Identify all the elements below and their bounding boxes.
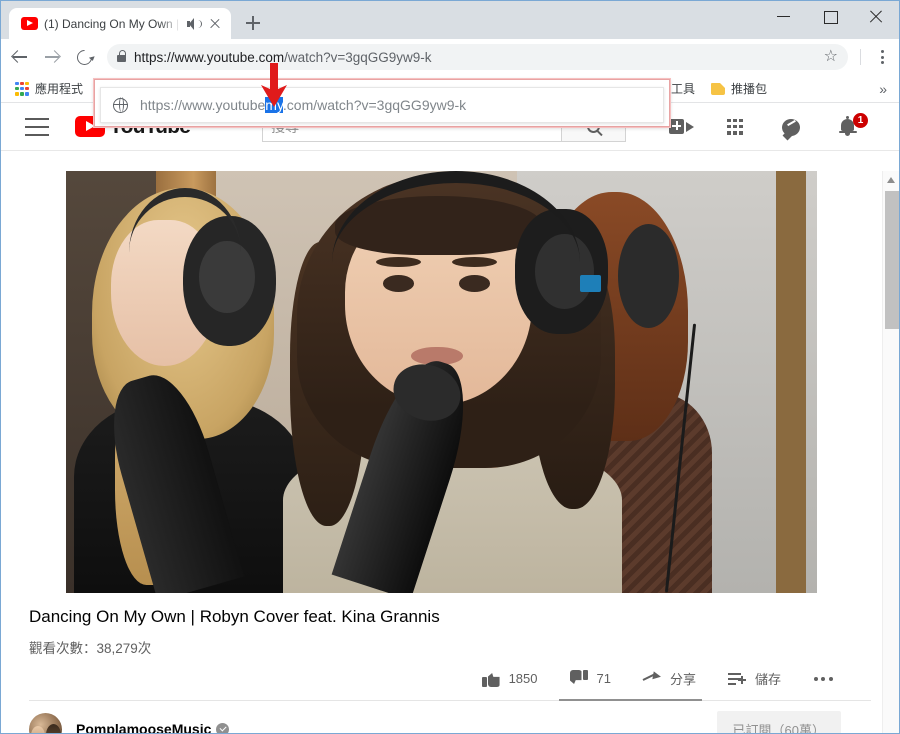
- bookmark-apps-label: 應用程式: [35, 82, 84, 96]
- folder-icon: [711, 82, 726, 95]
- new-tab-button[interactable]: [239, 9, 267, 37]
- dislike-button[interactable]: 71: [554, 670, 627, 687]
- bookmarks-overflow-icon[interactable]: »: [879, 81, 891, 97]
- like-count: 1850: [508, 671, 538, 686]
- more-dots-icon: [813, 676, 833, 681]
- apps-grid-icon: [15, 81, 29, 96]
- avatar[interactable]: [29, 713, 62, 733]
- url-autocomplete-row[interactable]: https://www.youtubemy.com/watch?v=3gqGG9…: [100, 87, 664, 123]
- apps-grid-icon[interactable]: [725, 116, 751, 138]
- video-player[interactable]: [66, 171, 817, 593]
- bookmark-apps[interactable]: 應用程式: [9, 78, 89, 99]
- browser-toolbar: https://www.youtube.com/watch?v=3gqGG9yw…: [1, 39, 899, 75]
- kebab-menu-icon[interactable]: [869, 44, 895, 70]
- toolbar-divider: [860, 49, 861, 65]
- page-content: YouTube 搜尋: [1, 103, 899, 733]
- messages-icon[interactable]: [781, 116, 807, 138]
- back-arrow-icon[interactable]: [5, 42, 35, 72]
- browser-tab[interactable]: (1) Dancing On My Own | R: [9, 8, 231, 39]
- autocomplete-url: https://www.youtubemy.com/watch?v=3gqGG9…: [140, 97, 466, 113]
- video-actions-row: 1850 71 分享 儲存: [29, 657, 871, 701]
- bookmark-item-1-label: 推播包: [731, 82, 768, 96]
- bookmark-star-icon[interactable]: ☆: [824, 49, 838, 65]
- thumb-up-icon: [481, 670, 500, 687]
- bookmark-item-1[interactable]: 推播包: [705, 78, 773, 99]
- autocomplete-url-prefix: https://www.youtube: [140, 97, 266, 113]
- video-actions: 1850 71 分享 儲存: [466, 669, 849, 688]
- scroll-up-arrow[interactable]: [883, 171, 899, 188]
- maximize-button[interactable]: [807, 1, 853, 31]
- globe-icon: [112, 97, 128, 113]
- vertical-scrollbar[interactable]: [882, 171, 899, 733]
- dislike-count: 71: [596, 671, 611, 686]
- share-button[interactable]: 分享: [627, 669, 712, 688]
- red-annotation-arrow: [261, 63, 287, 107]
- minimize-button[interactable]: [761, 1, 807, 31]
- video-frame: [66, 171, 817, 593]
- scrollbar-thumb[interactable]: [885, 191, 899, 329]
- tab-strip: (1) Dancing On My Own | R: [1, 1, 899, 39]
- url-autocomplete-popup[interactable]: https://www.youtubemy.com/watch?v=3gqGG9…: [93, 78, 671, 128]
- share-icon: [643, 671, 661, 686]
- forward-arrow-icon[interactable]: [37, 42, 67, 72]
- create-video-icon[interactable]: [669, 116, 695, 138]
- more-actions-button[interactable]: [797, 676, 849, 681]
- save-label: 儲存: [754, 672, 781, 687]
- lock-icon: [117, 50, 127, 62]
- notifications-icon[interactable]: 1: [837, 112, 868, 138]
- page-scroll-area: Dancing On My Own | Robyn Cover feat. Ki…: [1, 171, 899, 733]
- save-button[interactable]: 儲存: [712, 669, 797, 688]
- tab-title: (1) Dancing On My Own | R: [44, 16, 181, 31]
- window-controls: [761, 1, 899, 31]
- save-icon: [727, 672, 746, 686]
- share-label: 分享: [669, 672, 696, 687]
- close-icon[interactable]: [207, 16, 223, 32]
- close-window-button[interactable]: [853, 1, 899, 31]
- video-title: Dancing On My Own | Robyn Cover feat. Ki…: [29, 607, 440, 626]
- address-bar[interactable]: https://www.youtube.com/watch?v=3gqGG9yw…: [107, 44, 848, 70]
- channel-name: PomplamooseMusic: [76, 720, 212, 734]
- url-path: /watch?v=3gqGG9yw9-k: [284, 49, 432, 65]
- reload-icon[interactable]: [69, 42, 99, 72]
- youtube-favicon: [21, 17, 38, 30]
- verified-badge-icon: [216, 722, 230, 733]
- subscribe-button[interactable]: 已訂閱（60萬）: [716, 711, 841, 733]
- youtube-header-icons: 1: [669, 112, 868, 138]
- like-button[interactable]: 1850: [466, 670, 554, 687]
- like-bar-indicator: [559, 699, 702, 701]
- speaker-icon[interactable]: [187, 17, 202, 31]
- autocomplete-url-suffix: .com/watch?v=3gqGG9yw9-k: [282, 97, 467, 113]
- hamburger-menu-icon[interactable]: [25, 117, 49, 136]
- browser-window: (1) Dancing On My Own | R https://www.yo…: [0, 0, 900, 734]
- channel-name-wrap[interactable]: PomplamooseMusic: [76, 720, 230, 734]
- notifications-badge: 1: [853, 112, 868, 128]
- video-view-count: 觀看次數：38,279次: [29, 641, 152, 656]
- channel-row: PomplamooseMusic 已訂閱（60萬）: [29, 711, 871, 733]
- thumb-down-icon: [570, 670, 588, 687]
